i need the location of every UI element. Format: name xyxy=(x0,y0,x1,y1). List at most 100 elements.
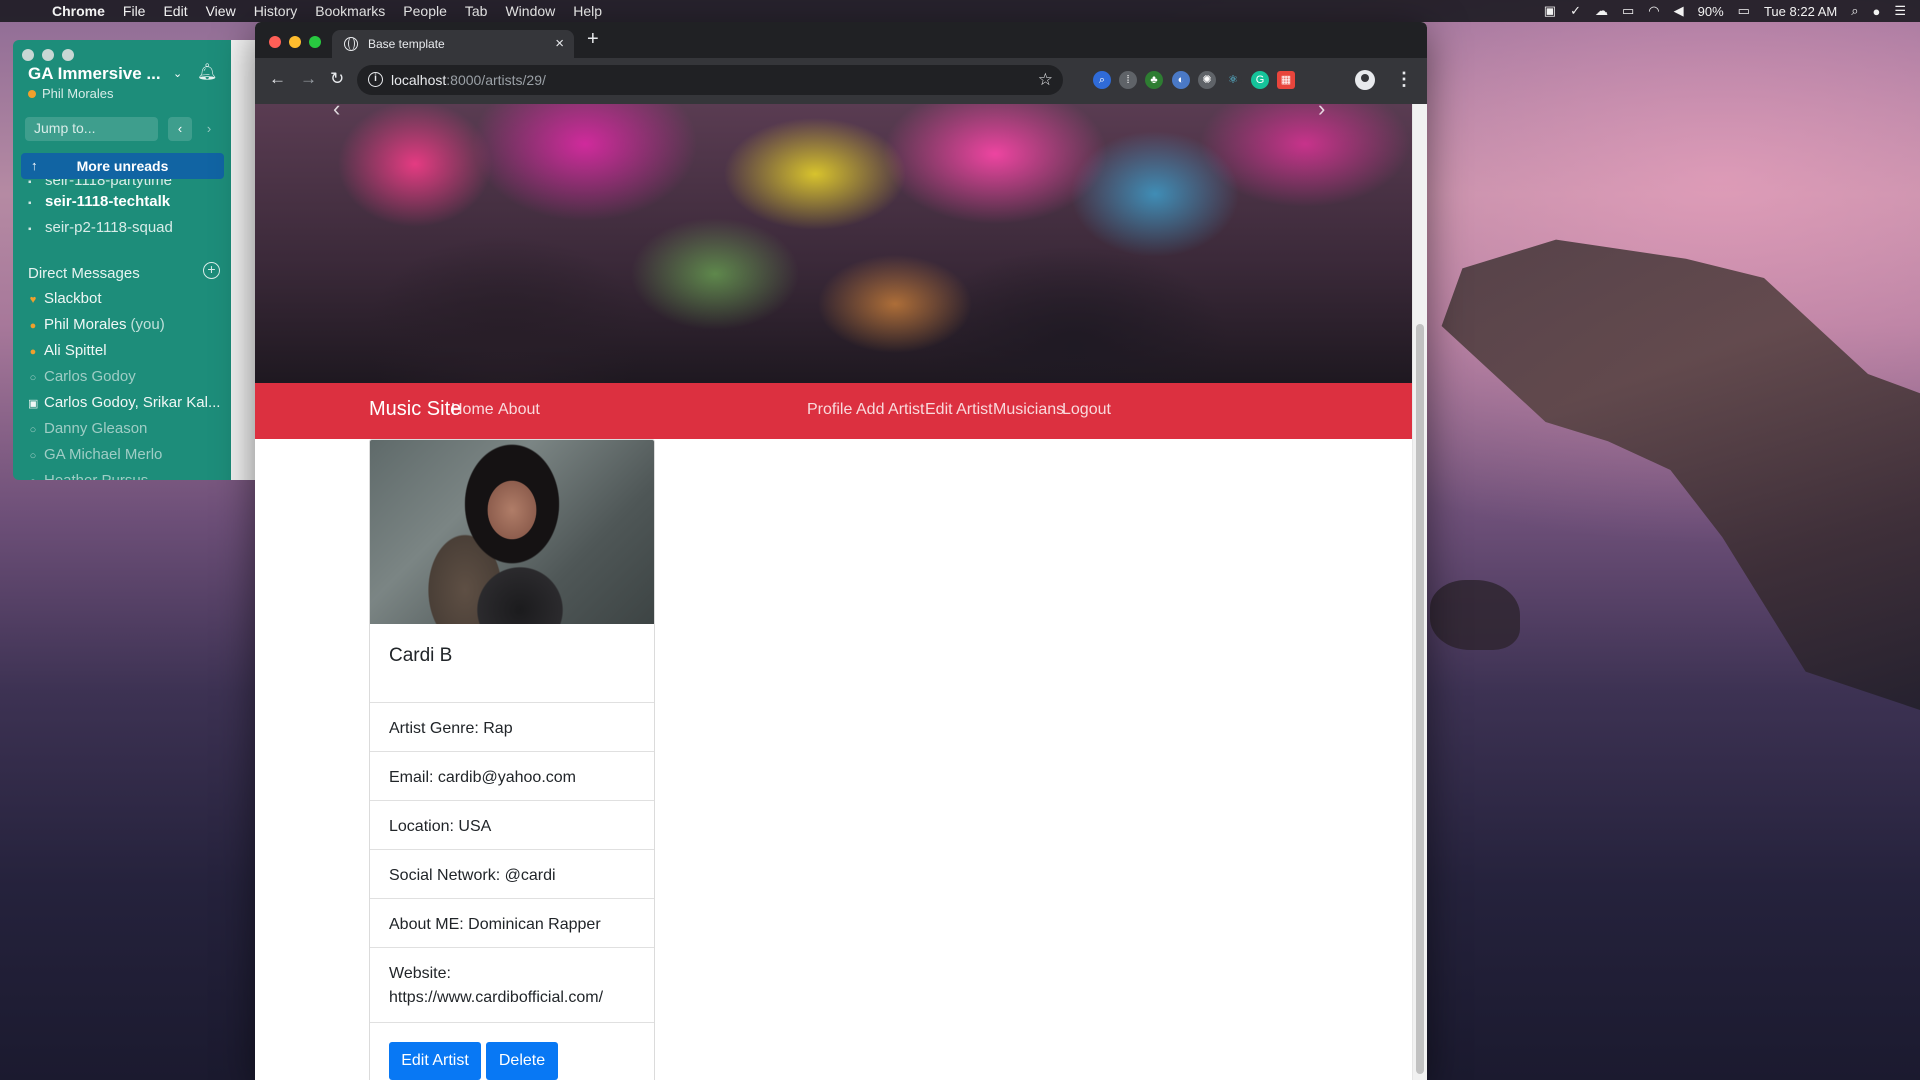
url-text[interactable]: localhost:8000/artists/29/ xyxy=(391,72,546,88)
checkmark-icon[interactable]: ✓ xyxy=(1570,3,1581,19)
menu-edit[interactable]: Edit xyxy=(163,3,187,19)
forward-arrow-icon[interactable]: → xyxy=(300,69,317,89)
nav-profile[interactable]: Profile xyxy=(807,401,852,419)
pin-extension-icon[interactable]: ⁞ xyxy=(1119,71,1137,89)
screen-record-icon[interactable]: ▣ xyxy=(1544,3,1556,19)
dm-item[interactable]: ● Phil Morales (you) xyxy=(28,316,165,333)
address-bar[interactable]: i localhost:8000/artists/29/ ☆ xyxy=(357,65,1063,95)
channel-item[interactable]: ▪ seir-1118-techtalk xyxy=(28,193,170,210)
more-unreads-banner[interactable]: ↑ More unreads xyxy=(21,153,224,179)
menu-tab[interactable]: Tab xyxy=(465,3,488,19)
menu-chrome[interactable]: Chrome xyxy=(52,3,105,19)
airplay-icon[interactable]: ▭ xyxy=(1622,3,1634,19)
dm-item[interactable]: ○ Carlos Godoy xyxy=(28,368,136,385)
menu-view[interactable]: View xyxy=(206,3,236,19)
menu-window[interactable]: Window xyxy=(505,3,555,19)
close-window-button[interactable] xyxy=(22,49,34,61)
delete-button[interactable]: Delete xyxy=(486,1042,558,1080)
dm-item[interactable]: ▣ Carlos Godoy, Srikar Kal... xyxy=(28,394,220,411)
dm-item[interactable]: ♥ Slackbot xyxy=(28,290,102,307)
calendar-extension-icon[interactable]: ▦ xyxy=(1277,71,1295,89)
battery-percent[interactable]: 90% xyxy=(1698,4,1724,19)
edit-artist-button[interactable]: Edit Artist xyxy=(389,1042,481,1080)
menu-bar-clock[interactable]: Tue 8:22 AM xyxy=(1764,4,1837,19)
lock-icon: ▪ xyxy=(28,198,32,209)
menu-help[interactable]: Help xyxy=(573,3,602,19)
dm-item[interactable]: ● Ali Spittel xyxy=(28,342,107,359)
nav-home[interactable]: Home xyxy=(451,401,494,419)
card-actions: Edit Artist Delete xyxy=(370,1022,654,1080)
wifi-icon[interactable]: ◠ xyxy=(1648,3,1659,19)
menu-history[interactable]: History xyxy=(254,3,298,19)
menu-people[interactable]: People xyxy=(403,3,447,19)
workspace-name[interactable]: GA Immersive ... xyxy=(28,64,161,84)
artist-website: Website: https://www.cardibofficial.com/ xyxy=(370,947,654,1022)
close-window-button[interactable] xyxy=(269,36,281,48)
browser-toolbar: ← → ↻ i localhost:8000/artists/29/ ☆ ⌕ ⁞… xyxy=(255,58,1427,104)
channel-item[interactable]: ▪ seir-p2-1118-squad xyxy=(28,219,173,236)
maximize-window-button[interactable] xyxy=(62,49,74,61)
website-url: https://www.cardibofficial.com/ xyxy=(389,989,604,1006)
notification-center-icon[interactable]: ☰ xyxy=(1894,3,1906,19)
slack-back-button[interactable]: ‹ xyxy=(168,117,192,141)
add-dm-icon[interactable]: + xyxy=(203,262,220,279)
new-tab-icon[interactable]: + xyxy=(587,29,599,49)
macos-menu-bar: Chrome File Edit View History Bookmarks … xyxy=(0,0,1920,22)
arrow-up-icon: ↑ xyxy=(31,158,38,173)
circle-extension-icon[interactable]: ◐ xyxy=(1172,71,1190,89)
dm-item[interactable]: ○Heather Pursus xyxy=(28,472,149,480)
settings-extension-icon[interactable]: ✺ xyxy=(1198,71,1216,89)
slack-forward-button[interactable]: › xyxy=(197,117,221,141)
reload-icon[interactable]: ↻ xyxy=(330,69,344,89)
siri-icon[interactable]: ● xyxy=(1872,4,1880,19)
bookmark-star-icon[interactable]: ☆ xyxy=(1038,70,1053,90)
back-arrow-icon[interactable]: ← xyxy=(269,69,286,89)
presence-dot xyxy=(28,90,36,98)
nav-add-artist[interactable]: Add Artist xyxy=(856,401,924,419)
react-devtools-icon[interactable]: ⚛ xyxy=(1224,71,1242,89)
maximize-window-button[interactable] xyxy=(309,36,321,48)
page-scrollbar[interactable] xyxy=(1412,104,1427,1080)
nav-musicians[interactable]: Musicians xyxy=(993,401,1064,419)
battery-icon[interactable]: ▭ xyxy=(1738,3,1750,19)
current-user-name: Phil Morales xyxy=(42,86,114,101)
artist-location: Location: USA xyxy=(370,800,654,849)
direct-messages-header[interactable]: Direct Messages xyxy=(28,265,140,282)
website-label: Website: xyxy=(389,965,451,982)
spotlight-search-icon[interactable]: ⌕ xyxy=(1851,3,1858,19)
profile-avatar-icon[interactable] xyxy=(1355,70,1375,90)
presence-dot: ● xyxy=(29,320,37,332)
tree-extension-icon[interactable]: ♣ xyxy=(1145,71,1163,89)
jump-to-label: Jump to... xyxy=(34,120,96,136)
nav-edit-artist[interactable]: Edit Artist xyxy=(925,401,993,419)
site-brand[interactable]: Music Site xyxy=(369,398,461,421)
nav-logout[interactable]: Logout xyxy=(1062,401,1111,419)
dm-item[interactable]: ○ Danny Gleason xyxy=(28,420,148,437)
close-icon[interactable]: × xyxy=(555,35,564,52)
menu-file[interactable]: File xyxy=(123,3,146,19)
carousel-prev-icon[interactable]: ‹ xyxy=(333,104,340,122)
kebab-menu-icon[interactable]: ⋮ xyxy=(1395,69,1413,90)
menu-bookmarks[interactable]: Bookmarks xyxy=(315,3,385,19)
hero-carousel-image: ‹ › xyxy=(255,104,1412,383)
volume-icon[interactable]: ◀ xyxy=(1674,3,1684,19)
artist-genre: Artist Genre: Rap xyxy=(370,702,654,751)
slack-window-controls xyxy=(22,49,74,61)
presence-dot: ○ xyxy=(28,476,38,480)
bell-icon[interactable]: 🔔︎ xyxy=(197,62,217,82)
minimize-window-button[interactable] xyxy=(289,36,301,48)
nav-about[interactable]: About xyxy=(498,401,540,419)
tab-base-template[interactable]: Base template × xyxy=(332,30,574,58)
minimize-window-button[interactable] xyxy=(42,49,54,61)
grammarly-icon[interactable]: G xyxy=(1251,71,1269,89)
search-extension-icon[interactable]: ⌕ xyxy=(1093,71,1111,89)
dm-item[interactable]: ○ GA Michael Merlo xyxy=(28,446,163,463)
carousel-next-icon[interactable]: › xyxy=(1318,104,1325,122)
artist-photo xyxy=(370,440,654,624)
cloud-icon[interactable]: ☁ xyxy=(1595,3,1608,19)
current-user: Phil Morales xyxy=(28,86,114,101)
jump-to-input[interactable]: Jump to... xyxy=(25,117,158,141)
scrollbar-thumb[interactable] xyxy=(1416,324,1424,1074)
info-icon[interactable]: i xyxy=(368,72,383,87)
chevron-down-icon[interactable]: ⌄ xyxy=(173,67,182,80)
